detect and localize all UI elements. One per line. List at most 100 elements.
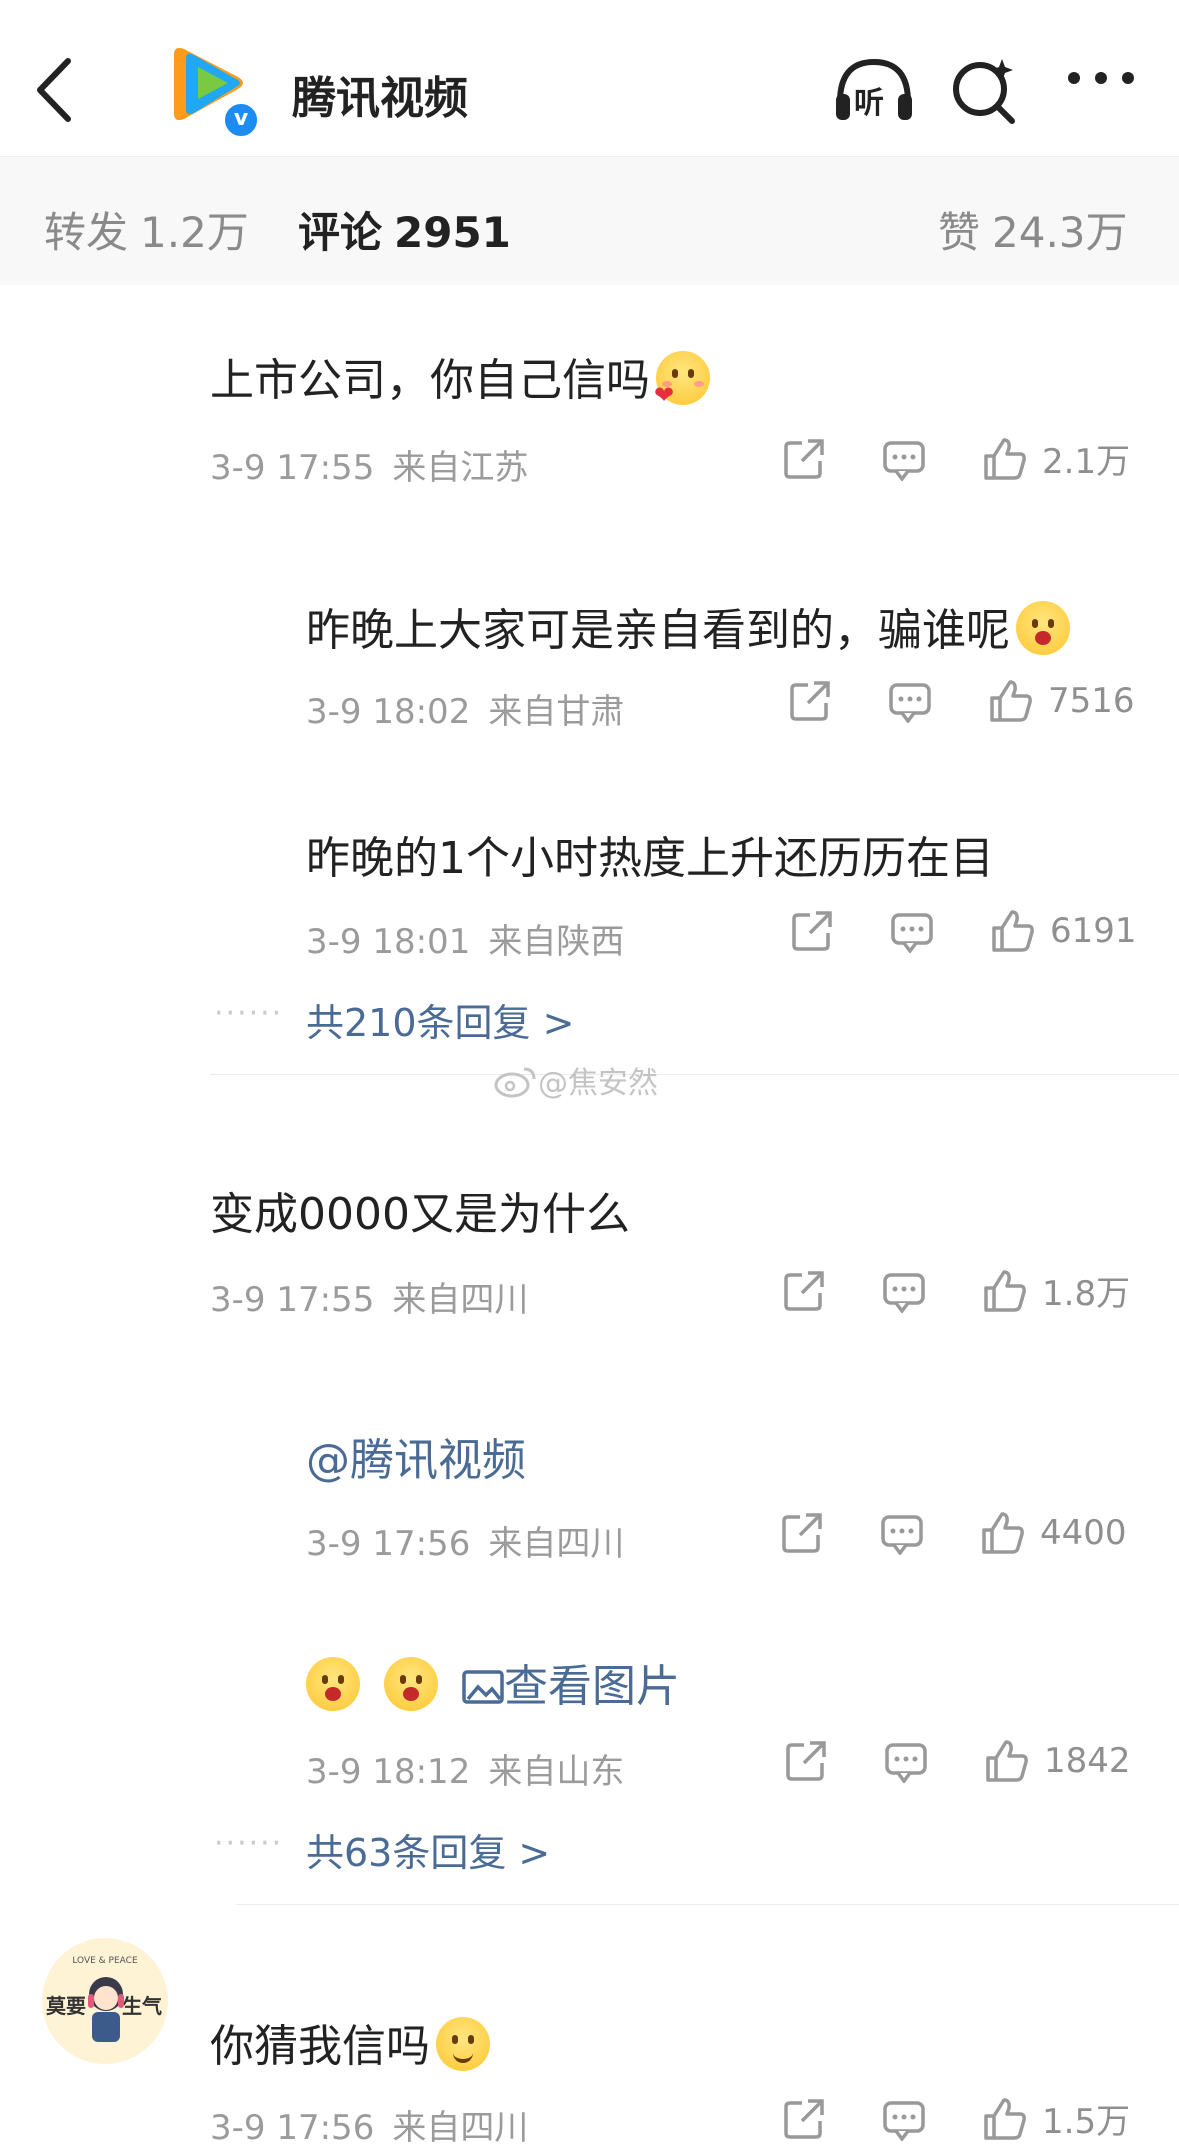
comment-location: 来自江苏 (392, 448, 529, 488)
view-image-link[interactable]: 查看图片 (462, 1661, 680, 1712)
like-thumb-icon[interactable] (982, 1268, 1028, 1314)
engagement-tabs: 转发 1.2万 评论 2951 赞 24.3万 (0, 157, 1179, 285)
share-icon[interactable] (782, 437, 826, 481)
reply-text: 查看图片 (306, 1650, 680, 1714)
comment-bubble-icon[interactable] (882, 437, 926, 481)
reply-time: 3-9 18:02 (306, 692, 471, 732)
comment-label: 评论 (298, 208, 383, 257)
like-count: 6191 (1050, 911, 1137, 951)
thread-dots: ······ (214, 1826, 284, 1861)
reply-location: 来自陕西 (488, 922, 625, 962)
reply-time: 3-9 18:12 (306, 1752, 471, 1792)
share-icon[interactable] (782, 2097, 826, 2141)
reply-location: 来自甘肃 (488, 692, 625, 732)
like-count: 7516 (1048, 681, 1135, 721)
reply-meta: 3-9 17:56 来自四川 (306, 1516, 624, 1565)
search-icon[interactable] (950, 55, 1020, 125)
mention-link[interactable]: @腾讯视频 (306, 1424, 526, 1488)
divider (236, 1904, 1179, 1905)
like-thumb-icon[interactable] (984, 1738, 1030, 1784)
share-icon[interactable] (780, 1511, 824, 1555)
reply-meta: 3-9 18:12 来自山东 (306, 1744, 624, 1793)
reply-actions: 7516 (788, 678, 1135, 724)
comment-actions: 2.1万 (782, 434, 1130, 483)
listen-button[interactable]: 听 (832, 54, 916, 126)
like-count: 1.8万 (1042, 1274, 1131, 1314)
smile-face-emoji-icon (436, 2017, 490, 2071)
reply-actions: 4400 (780, 1510, 1127, 1556)
reply-meta: 3-9 18:02 来自甘肃 (306, 684, 624, 733)
thread-dots: ······ (214, 996, 284, 1031)
comment-location: 来自四川 (392, 2108, 529, 2148)
tencent-video-logo[interactable]: v (160, 35, 260, 139)
comment-time: 3-9 17:55 (210, 1280, 375, 1320)
comment-bubble-icon[interactable] (884, 1739, 928, 1783)
reply-location: 来自山东 (488, 1752, 625, 1792)
like-count: 1.5万 (1042, 2102, 1131, 2142)
comment-body: 上市公司，你自己信吗 (210, 355, 650, 406)
avatar-text-right: 生气 (122, 1994, 162, 2018)
back-arrow-icon[interactable] (30, 55, 80, 125)
avatar-text-left: 莫要 (46, 1994, 86, 2018)
reply-text: 昨晚的1个小时热度上升还历历在目 (306, 833, 994, 884)
comment-time: 3-9 17:56 (210, 2108, 375, 2148)
watermark-text: @焦安然 (538, 1066, 658, 1101)
like-count: 2.1万 (1042, 442, 1131, 482)
comment-text: 变成0000又是为什么 (210, 1189, 630, 1240)
like-thumb-icon[interactable] (980, 1510, 1026, 1556)
reply-time: 3-9 18:01 (306, 922, 471, 962)
comment-bubble-icon[interactable] (888, 679, 932, 723)
comment-meta: 3-9 17:55 来自四川 (210, 1272, 528, 1321)
account-name[interactable]: 腾讯视频 (292, 62, 468, 126)
repost-label: 转发 (44, 208, 129, 257)
drooling-face-emoji-icon (384, 1657, 438, 1711)
avatar[interactable]: LOVE & PEACE 莫要 生气 (42, 1938, 168, 2064)
image-icon (462, 1670, 504, 1704)
shy-face-emoji-icon: ❤ (654, 351, 710, 409)
reply-actions: 6191 (790, 908, 1137, 954)
share-icon[interactable] (784, 1739, 828, 1783)
reply-meta: 3-9 18:01 来自陕西 (306, 914, 624, 963)
comment-bubble-icon[interactable] (882, 1269, 926, 1313)
comment-actions: 1.8万 (782, 1266, 1130, 1315)
like-count: 4400 (1040, 1513, 1127, 1553)
watermark: @焦安然 (494, 1058, 658, 1102)
character-icon (88, 1977, 124, 2042)
comment-text: 上市公司，你自己信吗 ❤ (210, 344, 710, 409)
reply-location: 来自四川 (488, 1524, 625, 1564)
share-icon[interactable] (790, 909, 834, 953)
reply-text: 昨晚上大家可是亲自看到的，骗谁呢 (306, 594, 1070, 658)
comment-location: 来自四川 (392, 1280, 529, 1320)
like-thumb-icon[interactable] (990, 908, 1036, 954)
tab-repost[interactable]: 转发 1.2万 (44, 199, 249, 260)
top-bar: v 腾讯视频 听 (0, 0, 1179, 157)
comment-actions: 1.5万 (782, 2094, 1130, 2143)
weibo-logo-icon (494, 1067, 536, 1098)
like-thumb-icon[interactable] (982, 436, 1028, 482)
comment-bubble-icon[interactable] (882, 2097, 926, 2141)
like-thumb-icon[interactable] (988, 678, 1034, 724)
like-label: 赞 (938, 208, 981, 257)
tab-comments[interactable]: 评论 2951 (298, 199, 511, 260)
more-options-icon[interactable] (1066, 68, 1136, 92)
share-icon[interactable] (782, 1269, 826, 1313)
like-thumb-icon[interactable] (982, 2096, 1028, 2142)
listen-label: 听 (854, 86, 884, 121)
comment-meta: 3-9 17:56 来自四川 (210, 2100, 528, 2149)
tab-likes[interactable]: 赞 24.3万 (938, 199, 1128, 260)
comment-time: 3-9 17:55 (210, 448, 375, 488)
comment-count: 2951 (394, 208, 511, 257)
verified-badge-icon: v (222, 101, 260, 139)
drooling-face-emoji-icon (1016, 601, 1070, 655)
repost-count: 1.2万 (140, 208, 249, 257)
share-icon[interactable] (788, 679, 832, 723)
drooling-face-emoji-icon (306, 1657, 360, 1711)
comment-bubble-icon[interactable] (890, 909, 934, 953)
reply-actions: 1842 (784, 1738, 1131, 1784)
comment-bubble-icon[interactable] (880, 1511, 924, 1555)
reply-time: 3-9 17:56 (306, 1524, 471, 1564)
divider (210, 1074, 1179, 1075)
comment-body: 你猜我信吗 (210, 2021, 430, 2072)
view-replies-link[interactable]: 共210条回复 > (306, 992, 574, 1047)
view-replies-link[interactable]: 共63条回复 > (306, 1822, 550, 1877)
